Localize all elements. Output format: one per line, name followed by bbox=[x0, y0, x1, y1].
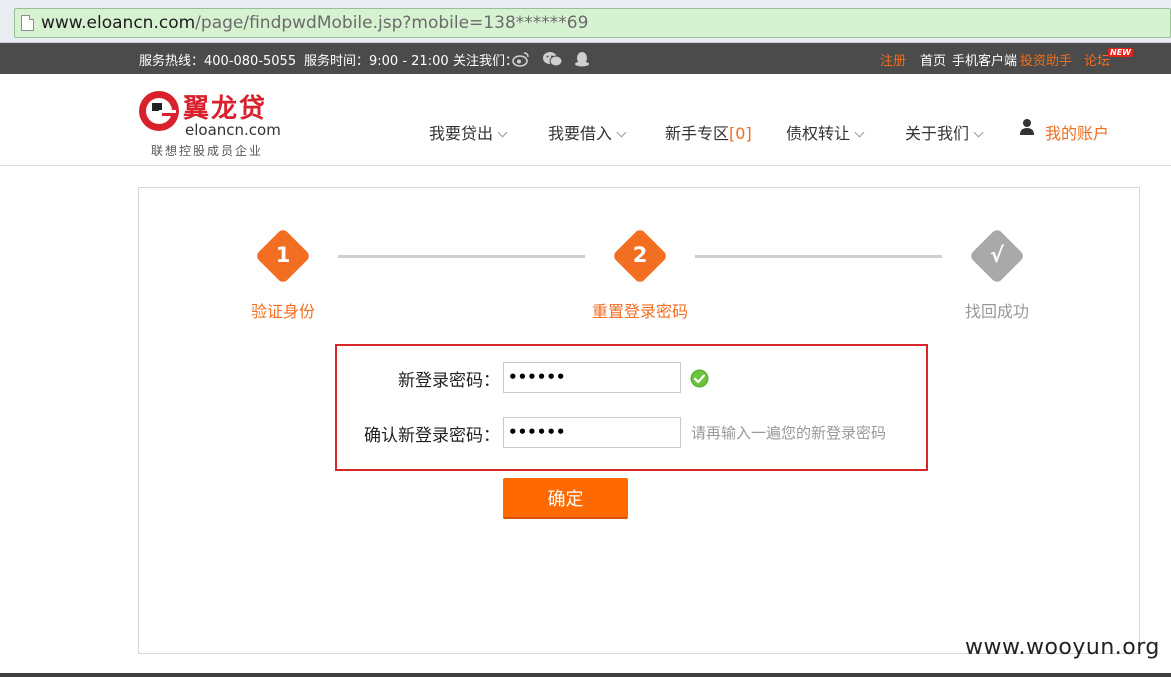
logo-brand-text: 翼龙贷 bbox=[183, 94, 268, 124]
user-icon bbox=[1020, 119, 1034, 135]
qq-icon[interactable] bbox=[573, 51, 591, 67]
confirm-password-hint: 请再输入一遍您的新登录密码 bbox=[691, 424, 887, 442]
chevron-down-icon bbox=[854, 127, 865, 138]
step-connector bbox=[695, 255, 942, 258]
step-2-label: 重置登录密码 bbox=[591, 302, 688, 321]
confirm-button[interactable]: 确定 bbox=[503, 478, 628, 519]
invest-helper-link[interactable]: 投资助手 bbox=[1020, 50, 1072, 69]
logo-slogan: 联想控股成员企业 bbox=[151, 144, 264, 158]
step-3-check: √ bbox=[989, 243, 1004, 267]
nav-about[interactable]: 关于我们 bbox=[905, 120, 984, 144]
site-logo[interactable]: 翼龙贷 eloancn.com 联想控股成员企业 bbox=[138, 88, 288, 158]
chevron-down-icon bbox=[616, 127, 627, 138]
forum-link[interactable]: 论坛 bbox=[1084, 50, 1110, 69]
nav-lend[interactable]: 我要贷出 bbox=[429, 120, 508, 144]
step-1-label: 验证身份 bbox=[250, 302, 315, 321]
url-text[interactable]: www.eloancn.com/page/findpwdMobile.jsp?m… bbox=[41, 13, 588, 33]
new-password-input[interactable]: •••••• bbox=[503, 362, 681, 393]
chevron-down-icon bbox=[497, 127, 508, 138]
step-2-number: 2 bbox=[632, 243, 648, 267]
browser-address-bar: www.eloancn.com/page/findpwdMobile.jsp?m… bbox=[0, 0, 1171, 43]
nav-newbie[interactable]: 新手专区[0] bbox=[665, 120, 752, 144]
confirm-password-label: 确认新登录密码： bbox=[364, 426, 500, 446]
mobile-client-link[interactable]: 手机客户端 bbox=[952, 50, 1017, 69]
step-1-number: 1 bbox=[275, 243, 291, 267]
step-connector bbox=[338, 255, 585, 258]
new-password-label: 新登录密码： bbox=[398, 371, 500, 391]
follow-us-text: 关注我们： bbox=[453, 54, 519, 69]
page-icon bbox=[21, 15, 34, 31]
bottom-border bbox=[0, 673, 1171, 677]
confirm-password-input[interactable]: •••••• bbox=[503, 417, 681, 448]
wechat-icon[interactable] bbox=[542, 51, 563, 67]
nav-my-account[interactable]: 我的账户 bbox=[1045, 120, 1109, 144]
logo-emblem-icon bbox=[139, 91, 179, 131]
hotline-text: 服务热线：400-080-5055 bbox=[139, 54, 297, 69]
logo-domain-text: eloancn.com bbox=[185, 121, 281, 139]
url-field[interactable]: www.eloancn.com/page/findpwdMobile.jsp?m… bbox=[14, 8, 1171, 38]
valid-check-icon bbox=[690, 369, 709, 388]
weibo-icon[interactable] bbox=[512, 51, 530, 67]
watermark-text: www.wooyun.org bbox=[965, 635, 1160, 660]
new-badge: NEW bbox=[1108, 48, 1133, 57]
top-info-bar: 服务热线：400-080-5055 服务时间：9:00 - 21:00 关注我们… bbox=[0, 43, 1171, 74]
step-3-label: 找回成功 bbox=[964, 302, 1029, 321]
chevron-down-icon bbox=[973, 127, 984, 138]
nav-borrow[interactable]: 我要借入 bbox=[548, 120, 627, 144]
site-header: 翼龙贷 eloancn.com 联想控股成员企业 我要贷出 我要借入 新手专区[… bbox=[0, 74, 1171, 166]
service-hours-text: 服务时间：9:00 - 21:00 bbox=[304, 54, 449, 69]
nav-transfer[interactable]: 债权转让 bbox=[786, 120, 865, 144]
newbie-count: [0] bbox=[729, 124, 752, 143]
home-link[interactable]: 首页 bbox=[920, 50, 946, 69]
register-link[interactable]: 注册 bbox=[880, 50, 906, 69]
